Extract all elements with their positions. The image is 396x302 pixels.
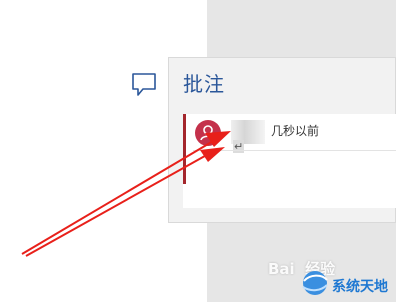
site-watermark: 系统天地	[300, 264, 396, 302]
document-stage: 批注 几秒以前 ↵ Bai 经验 系统天地	[0, 0, 396, 302]
red-arrow-annotation	[21, 131, 231, 257]
site-name: 系统天地	[332, 279, 388, 295]
globe-logo-icon	[300, 268, 330, 298]
